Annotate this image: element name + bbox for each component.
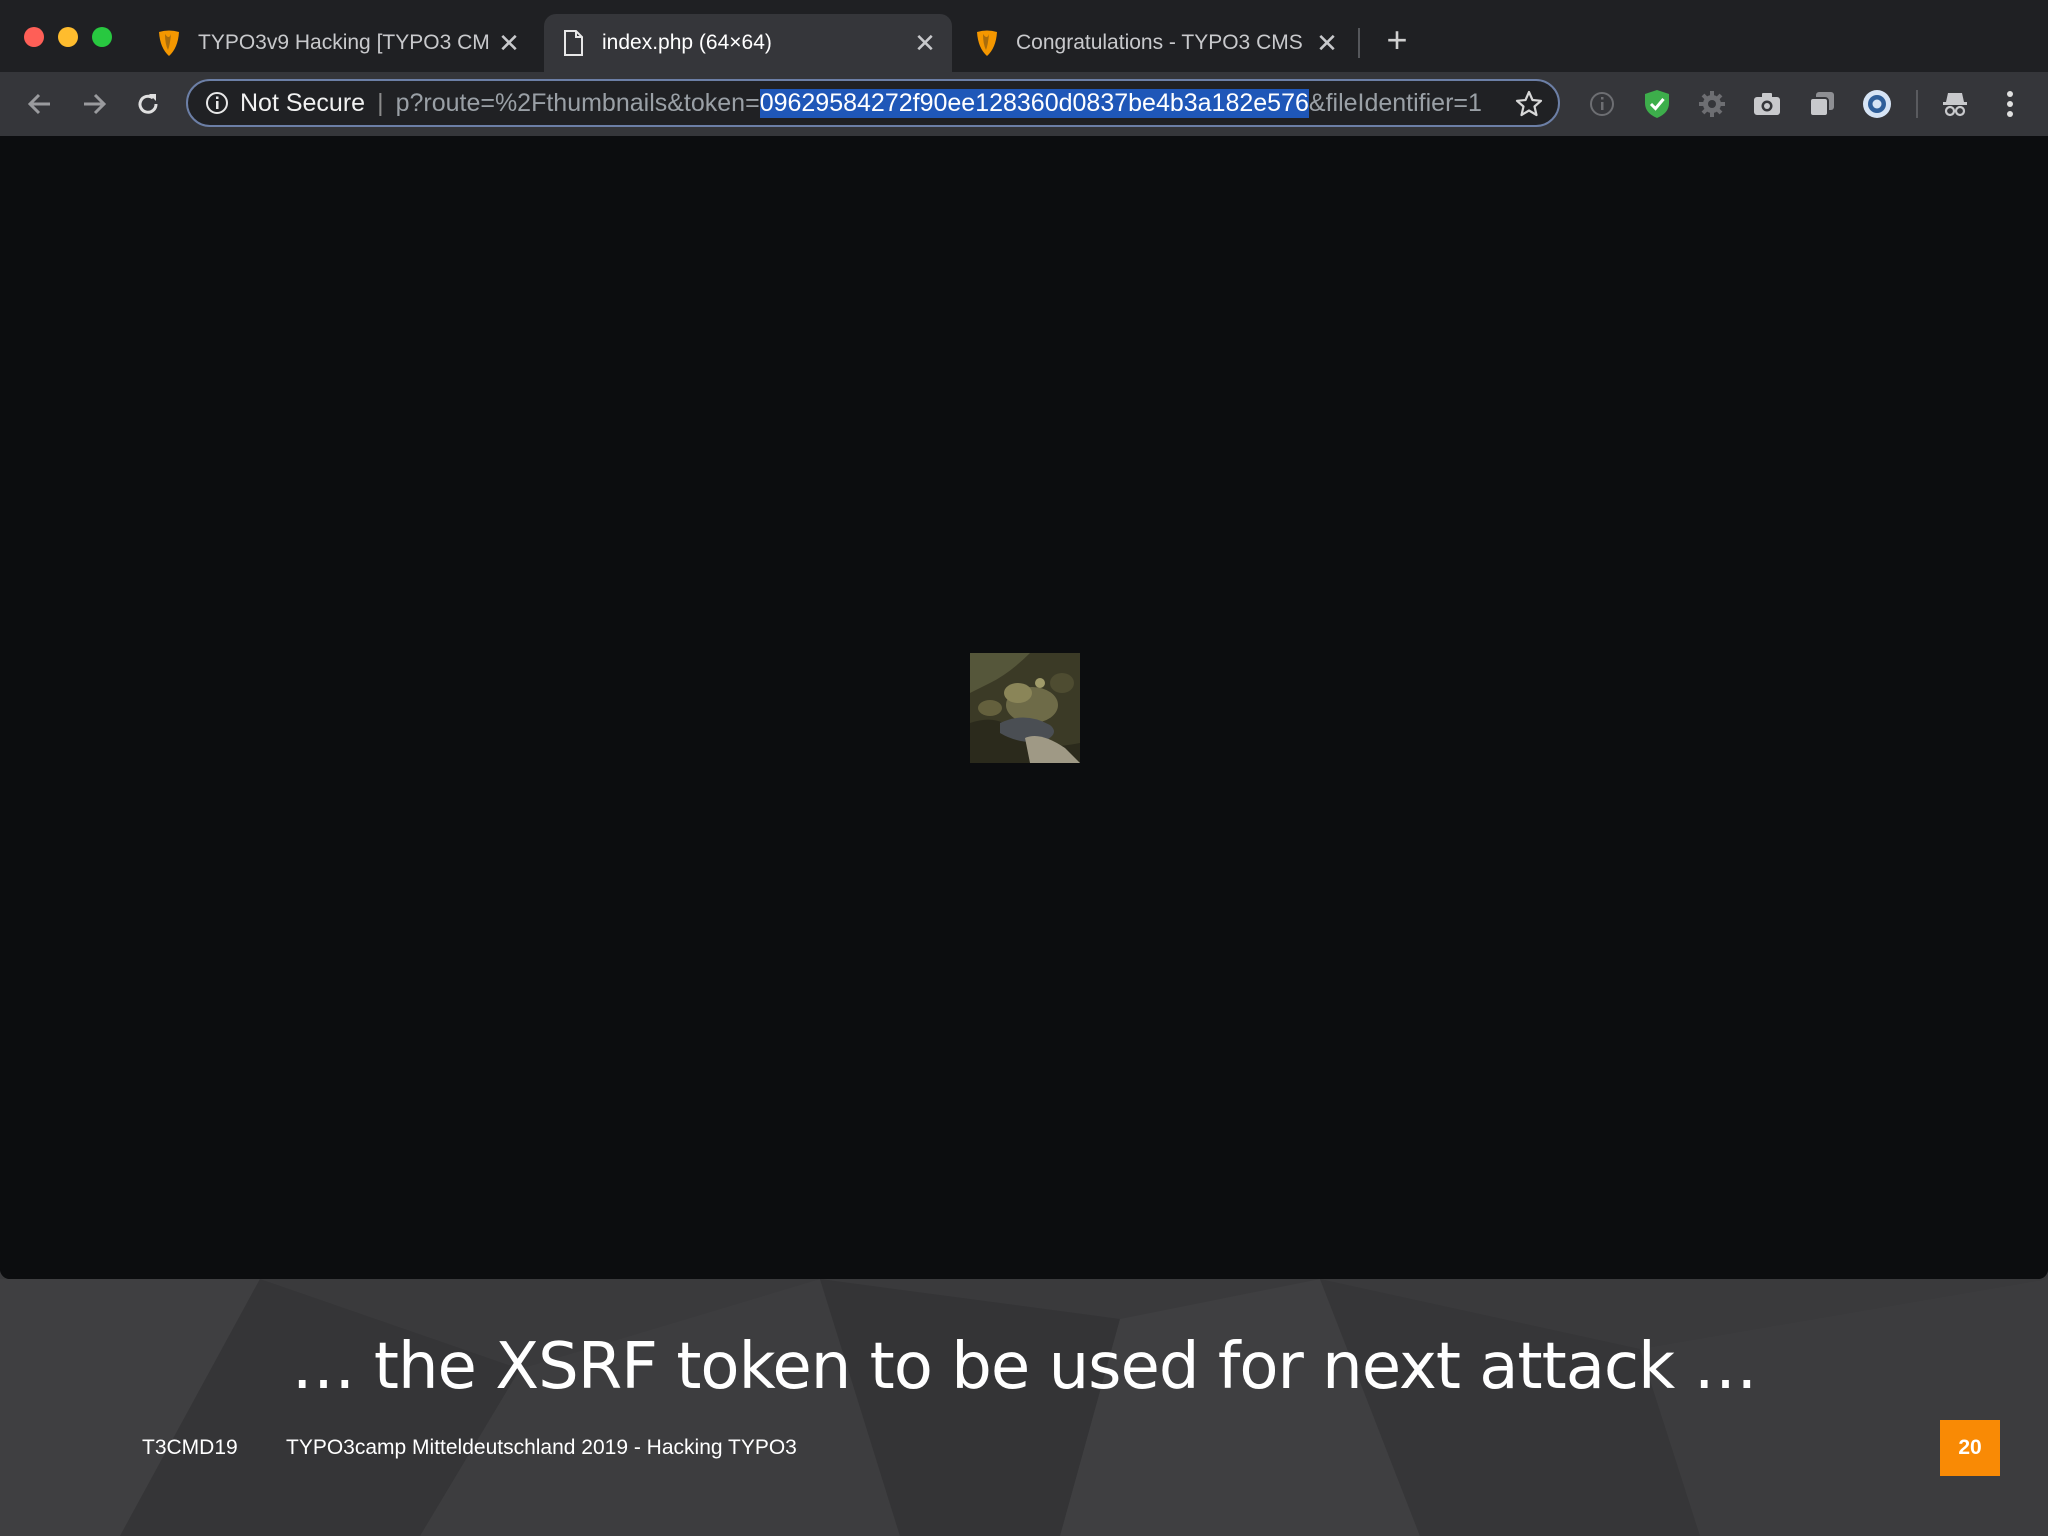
document-icon [564,30,583,56]
extension-info-button[interactable] [1583,85,1621,123]
slide-background [0,1279,2048,1536]
tab-divider [1358,28,1360,58]
footer-title: TYPO3camp Mitteldeutschland 2019 - Hacki… [286,1436,797,1459]
tab-title: TYPO3v9 Hacking [TYPO3 CM [198,31,490,54]
tab-index-php[interactable]: index.php (64×64) ✕ [544,14,952,72]
tab-title: index.php (64×64) [602,31,772,54]
info-icon[interactable] [204,90,230,116]
extension-gear-button[interactable] [1693,85,1731,123]
reload-icon [138,94,158,114]
address-divider: | [377,88,384,117]
extension-camera-button[interactable] [1748,85,1786,123]
extension-copy-button[interactable] [1803,85,1841,123]
tab-congratulations[interactable]: Congratulations - TYPO3 CMS ✕ [958,14,1354,72]
browser-menu-button[interactable] [1991,85,2029,123]
url-text-end[interactable]: &fileIdentifier=1 [1309,89,1482,118]
typo3-icon [159,30,179,56]
extension-shield-button[interactable] [1638,85,1676,123]
security-status[interactable]: Not Secure [240,89,365,118]
reload-button[interactable] [126,82,170,126]
close-icon[interactable]: ✕ [910,28,940,59]
back-button[interactable] [18,82,62,126]
tab-title: Congratulations - TYPO3 CMS [1016,31,1303,54]
close-icon[interactable]: ✕ [494,28,524,59]
tab-typo3-hacking[interactable]: TYPO3v9 Hacking [TYPO3 CM ✕ [140,14,536,72]
page-content [0,136,2048,1279]
info-icon [1590,92,1614,116]
incognito-button[interactable] [1936,85,1974,123]
extension-circle-button[interactable] [1858,85,1896,123]
close-icon[interactable]: ✕ [1312,28,1342,59]
typo3-icon [977,30,997,56]
maximize-window-button[interactable] [92,27,112,47]
gear-icon [1699,91,1725,117]
circle-icon [1863,90,1891,118]
thumbnail-image [970,653,1080,763]
url-selected-token[interactable]: 09629584272f90ee128360d0837be4b3a182e576 [759,88,1309,118]
minimize-window-button[interactable] [58,27,78,47]
browser-window: TYPO3v9 Hacking [TYPO3 CM ✕ index.php (6… [0,0,2048,1279]
close-window-button[interactable] [24,27,44,47]
address-bar[interactable]: Not Secure | p?route=%2Fthumbnails&token… [186,79,1560,127]
menu-dots-icon [2007,91,2013,117]
footer-tag: T3CMD19 [142,1436,238,1459]
tab-strip: TYPO3v9 Hacking [TYPO3 CM ✕ index.php (6… [0,0,2048,72]
shield-check-icon [1645,90,1669,118]
forward-button[interactable] [72,82,116,126]
arrow-left-icon [27,93,50,115]
toolbar-divider [1916,90,1918,118]
arrow-right-icon [84,93,107,115]
browser-toolbar: Not Secure | p?route=%2Fthumbnails&token… [0,72,2048,136]
new-tab-button[interactable]: + [1380,20,1414,60]
bookmark-star-icon[interactable] [1514,89,1544,119]
camera-icon [1754,93,1780,115]
page-number-badge: 20 [1940,1420,2000,1476]
copy-icon [1809,92,1834,117]
incognito-icon [1943,93,1967,117]
url-text[interactable]: p?route=%2Fthumbnails&token= [396,89,760,118]
slide-caption: … the XSRF token to be used for next att… [291,1330,1758,1404]
